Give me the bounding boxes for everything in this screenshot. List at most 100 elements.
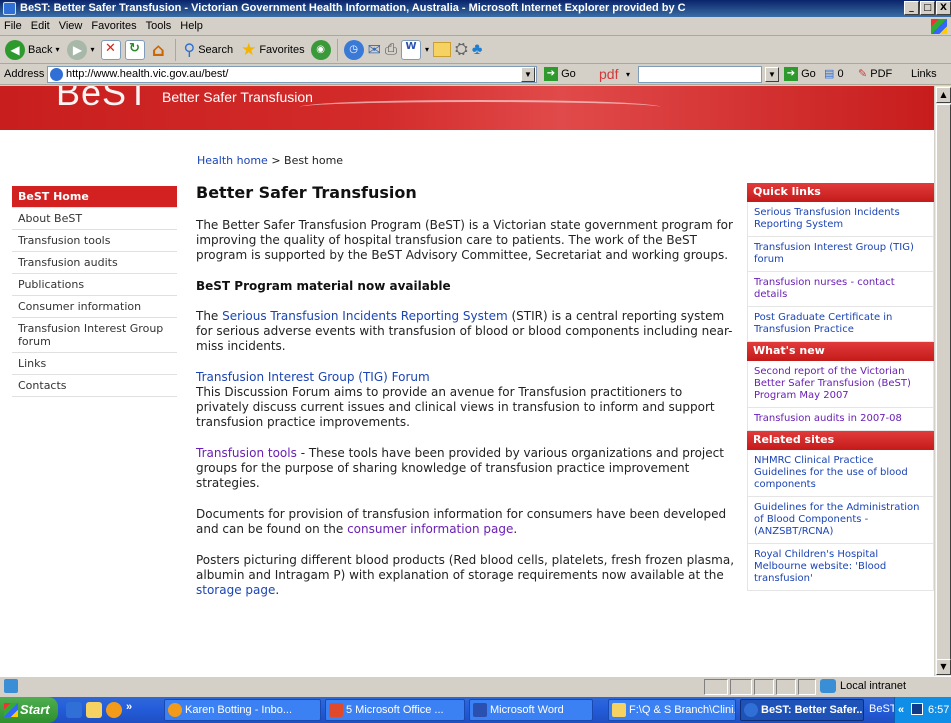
- edit-dropdown-icon[interactable]: ▾: [425, 45, 429, 54]
- history-icon[interactable]: ◷: [343, 39, 364, 60]
- page-count-icon: ▤: [824, 68, 835, 80]
- start-button[interactable]: Start: [0, 697, 58, 723]
- quicklaunch-ie-icon[interactable]: [66, 702, 82, 718]
- quicklaunch-chevron-icon[interactable]: »: [126, 701, 132, 713]
- messenger-icon[interactable]: ♣: [472, 41, 483, 59]
- whats-new-audits[interactable]: Transfusion audits in 2007-08: [748, 408, 933, 431]
- forward-button[interactable]: ▶ ▾: [65, 39, 96, 61]
- favorites-label: Favorites: [259, 43, 305, 56]
- task-explorer-folder[interactable]: F:\Q & S Branch\Clini...: [608, 699, 736, 721]
- pdf-go-button[interactable]: ➔ Go: [784, 64, 816, 85]
- forward-dropdown-icon[interactable]: ▾: [90, 45, 94, 54]
- breadcrumb-health-home[interactable]: Health home: [197, 154, 268, 167]
- menu-help[interactable]: Help: [180, 20, 203, 32]
- deskband-label[interactable]: BeST: [869, 703, 897, 715]
- nav-item-about-best[interactable]: About BeST: [12, 208, 177, 230]
- menu-favorites[interactable]: Favorites: [91, 20, 136, 32]
- address-go-button[interactable]: ➔ Go: [544, 64, 576, 85]
- status-bar: Local intranet: [0, 676, 951, 696]
- posters-paragraph: Posters picturing different blood produc…: [196, 553, 735, 597]
- related-anzsbt-guidelines[interactable]: Guidelines for the Administration of Blo…: [748, 497, 933, 544]
- page-icon: [50, 68, 63, 81]
- nav-item-consumer-information[interactable]: Consumer information: [12, 296, 177, 318]
- intro-paragraph: The Better Safer Transfusion Program (Be…: [196, 218, 733, 262]
- print-icon[interactable]: ⎙: [385, 41, 397, 58]
- task-office-group[interactable]: 5 Microsoft Office ...: [325, 699, 465, 721]
- storage-page-link[interactable]: storage page: [196, 583, 275, 597]
- quick-link-transfusion-nurses[interactable]: Transfusion nurses - contact details: [748, 272, 933, 307]
- count-button[interactable]: ▤ 0: [824, 64, 844, 85]
- close-button[interactable]: X: [936, 1, 951, 15]
- back-button[interactable]: ◀ Back ▾: [3, 39, 61, 61]
- windows-logo-icon: [931, 19, 947, 34]
- research-icon[interactable]: ⛭: [455, 41, 468, 59]
- banner-tagline: Better Safer Transfusion: [162, 89, 313, 105]
- tray-expand-icon[interactable]: «: [898, 697, 904, 723]
- refresh-icon[interactable]: ↻: [124, 39, 145, 60]
- nav-item-links[interactable]: Links: [12, 353, 177, 375]
- nav-item-transfusion-audits[interactable]: Transfusion audits: [12, 252, 177, 274]
- tig-forum-link[interactable]: Transfusion Interest Group (TIG) Forum: [196, 370, 736, 385]
- go-arrow-icon-2: ➔: [784, 67, 798, 82]
- pdf-dropdown-icon[interactable]: ▾: [626, 64, 630, 85]
- site-banner: BeST Better Safer Transfusion: [0, 86, 934, 130]
- menu-file[interactable]: File: [4, 20, 22, 32]
- nav-item-contacts[interactable]: Contacts: [12, 375, 177, 397]
- search-icon: ⚲: [183, 41, 196, 59]
- folder-icon[interactable]: [433, 42, 452, 57]
- back-label: Back: [28, 43, 53, 56]
- back-dropdown-icon[interactable]: ▾: [55, 45, 59, 54]
- scroll-thumb[interactable]: [936, 104, 951, 664]
- quick-link-post-grad-certificate[interactable]: Post Graduate Certificate in Transfusion…: [748, 307, 933, 342]
- maximize-button[interactable]: □: [920, 1, 935, 15]
- ie-icon-taskbar: [744, 703, 758, 717]
- menu-view[interactable]: View: [59, 20, 83, 32]
- stir-link[interactable]: Serious Transfusion Incidents Reporting …: [222, 309, 508, 323]
- links-label[interactable]: Links: [911, 64, 937, 85]
- media-icon[interactable]: ◉: [310, 39, 331, 60]
- task-best-browser[interactable]: BeST: Better Safer...: [740, 699, 864, 721]
- outlook-icon: [168, 703, 182, 717]
- task-karen-inbox[interactable]: Karen Botting - Inbo...: [164, 699, 321, 721]
- quicklaunch-app-icon[interactable]: [106, 702, 122, 718]
- vertical-scrollbar[interactable]: ▲ ▼: [934, 86, 951, 676]
- quicklaunch-folder-icon[interactable]: [86, 702, 102, 718]
- word-edit-icon[interactable]: W: [401, 39, 421, 60]
- nav-item-tig-forum[interactable]: Transfusion Interest Group forum: [12, 318, 177, 353]
- banner-swoosh: [300, 100, 660, 114]
- nav-item-best-home[interactable]: BeST Home: [12, 186, 177, 208]
- consumer-information-link[interactable]: consumer information page: [347, 522, 513, 536]
- minimize-button[interactable]: _: [904, 1, 919, 15]
- menu-tools[interactable]: Tools: [146, 20, 172, 32]
- transfusion-tools-link[interactable]: Transfusion tools: [196, 446, 297, 460]
- scroll-down-icon[interactable]: ▼: [936, 659, 951, 675]
- office-icon: [329, 703, 343, 717]
- quick-link-stir[interactable]: Serious Transfusion Incidents Reporting …: [748, 202, 933, 237]
- intranet-icon: [820, 679, 836, 693]
- program-material-heading: BeST Program material now available: [196, 279, 451, 293]
- tray-app-icon[interactable]: [911, 703, 923, 715]
- menu-edit[interactable]: Edit: [31, 20, 50, 32]
- task-microsoft-word[interactable]: Microsoft Word: [469, 699, 593, 721]
- nav-item-publications[interactable]: Publications: [12, 274, 177, 296]
- zone-label: Local intranet: [840, 680, 907, 692]
- related-nhmrc-guidelines[interactable]: NHMRC Clinical Practice Guidelines for t…: [748, 450, 933, 497]
- home-icon[interactable]: ⌂: [149, 40, 169, 61]
- stop-icon[interactable]: ✕: [100, 39, 121, 60]
- whats-new-second-report[interactable]: Second report of the Victorian Better Sa…: [748, 361, 933, 408]
- nav-item-transfusion-tools[interactable]: Transfusion tools: [12, 230, 177, 252]
- whats-new-heading: What's new: [747, 342, 934, 361]
- scroll-up-icon[interactable]: ▲: [936, 87, 951, 103]
- favorites-button[interactable]: ★ Favorites: [239, 39, 307, 61]
- related-rch-website[interactable]: Royal Children's Hospital Melbourne webs…: [748, 544, 933, 591]
- quick-link-tig-forum[interactable]: Transfusion Interest Group (TIG) forum: [748, 237, 933, 272]
- pdf-button[interactable]: ✎ PDF: [858, 64, 892, 85]
- clock: 6:57 PM: [928, 704, 951, 716]
- address-dropdown-icon[interactable]: ▼: [521, 67, 535, 82]
- mail-icon[interactable]: ✉: [368, 40, 381, 60]
- search-button[interactable]: ⚲ Search: [182, 39, 236, 61]
- system-tray: « 6:57 PM: [894, 697, 951, 723]
- address-input[interactable]: http://www.health.vic.gov.au/best/: [47, 66, 537, 83]
- pdf-search-input[interactable]: [638, 66, 762, 83]
- pdf-search-dropdown-icon[interactable]: ▼: [765, 67, 779, 82]
